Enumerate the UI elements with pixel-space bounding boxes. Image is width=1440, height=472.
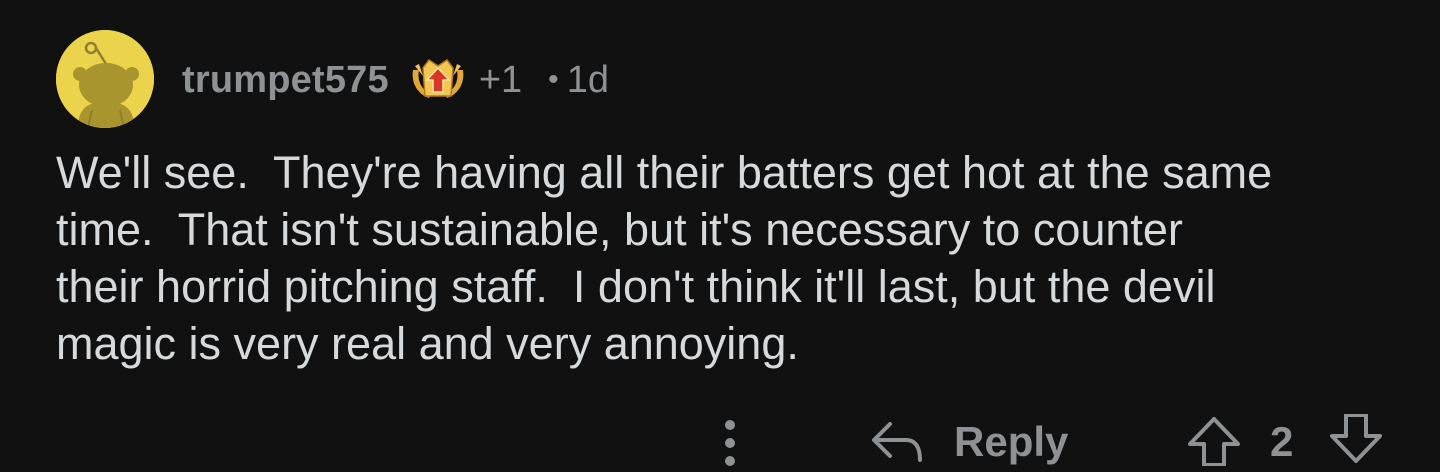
meta-separator: • <box>548 63 559 96</box>
more-options-icon-dot <box>725 456 735 466</box>
comment-body: We'll see. They're having all their batt… <box>56 147 1273 369</box>
comment-meta: trumpet575 +1 • 1d <box>182 56 609 104</box>
comment-actions: Reply 2 <box>0 410 1440 470</box>
downvote-arrow-icon[interactable] <box>1328 414 1384 464</box>
more-options-icon-dot <box>725 438 735 448</box>
vote-score: 2 <box>1270 418 1294 465</box>
comment: trumpet575 +1 • 1d We'll see. They're ha… <box>0 0 1440 466</box>
award-count: +1 <box>478 58 523 101</box>
more-options-button[interactable] <box>718 418 742 468</box>
award-icon[interactable] <box>409 56 467 104</box>
reply-arrow-icon <box>872 422 922 462</box>
snoo-avatar-icon[interactable] <box>56 30 154 128</box>
comment-age: 1d <box>566 58 609 101</box>
reply-label: Reply <box>954 418 1069 465</box>
more-options-icon <box>725 420 735 430</box>
reply-button[interactable]: Reply <box>870 412 1068 472</box>
username[interactable]: trumpet575 <box>182 59 389 102</box>
